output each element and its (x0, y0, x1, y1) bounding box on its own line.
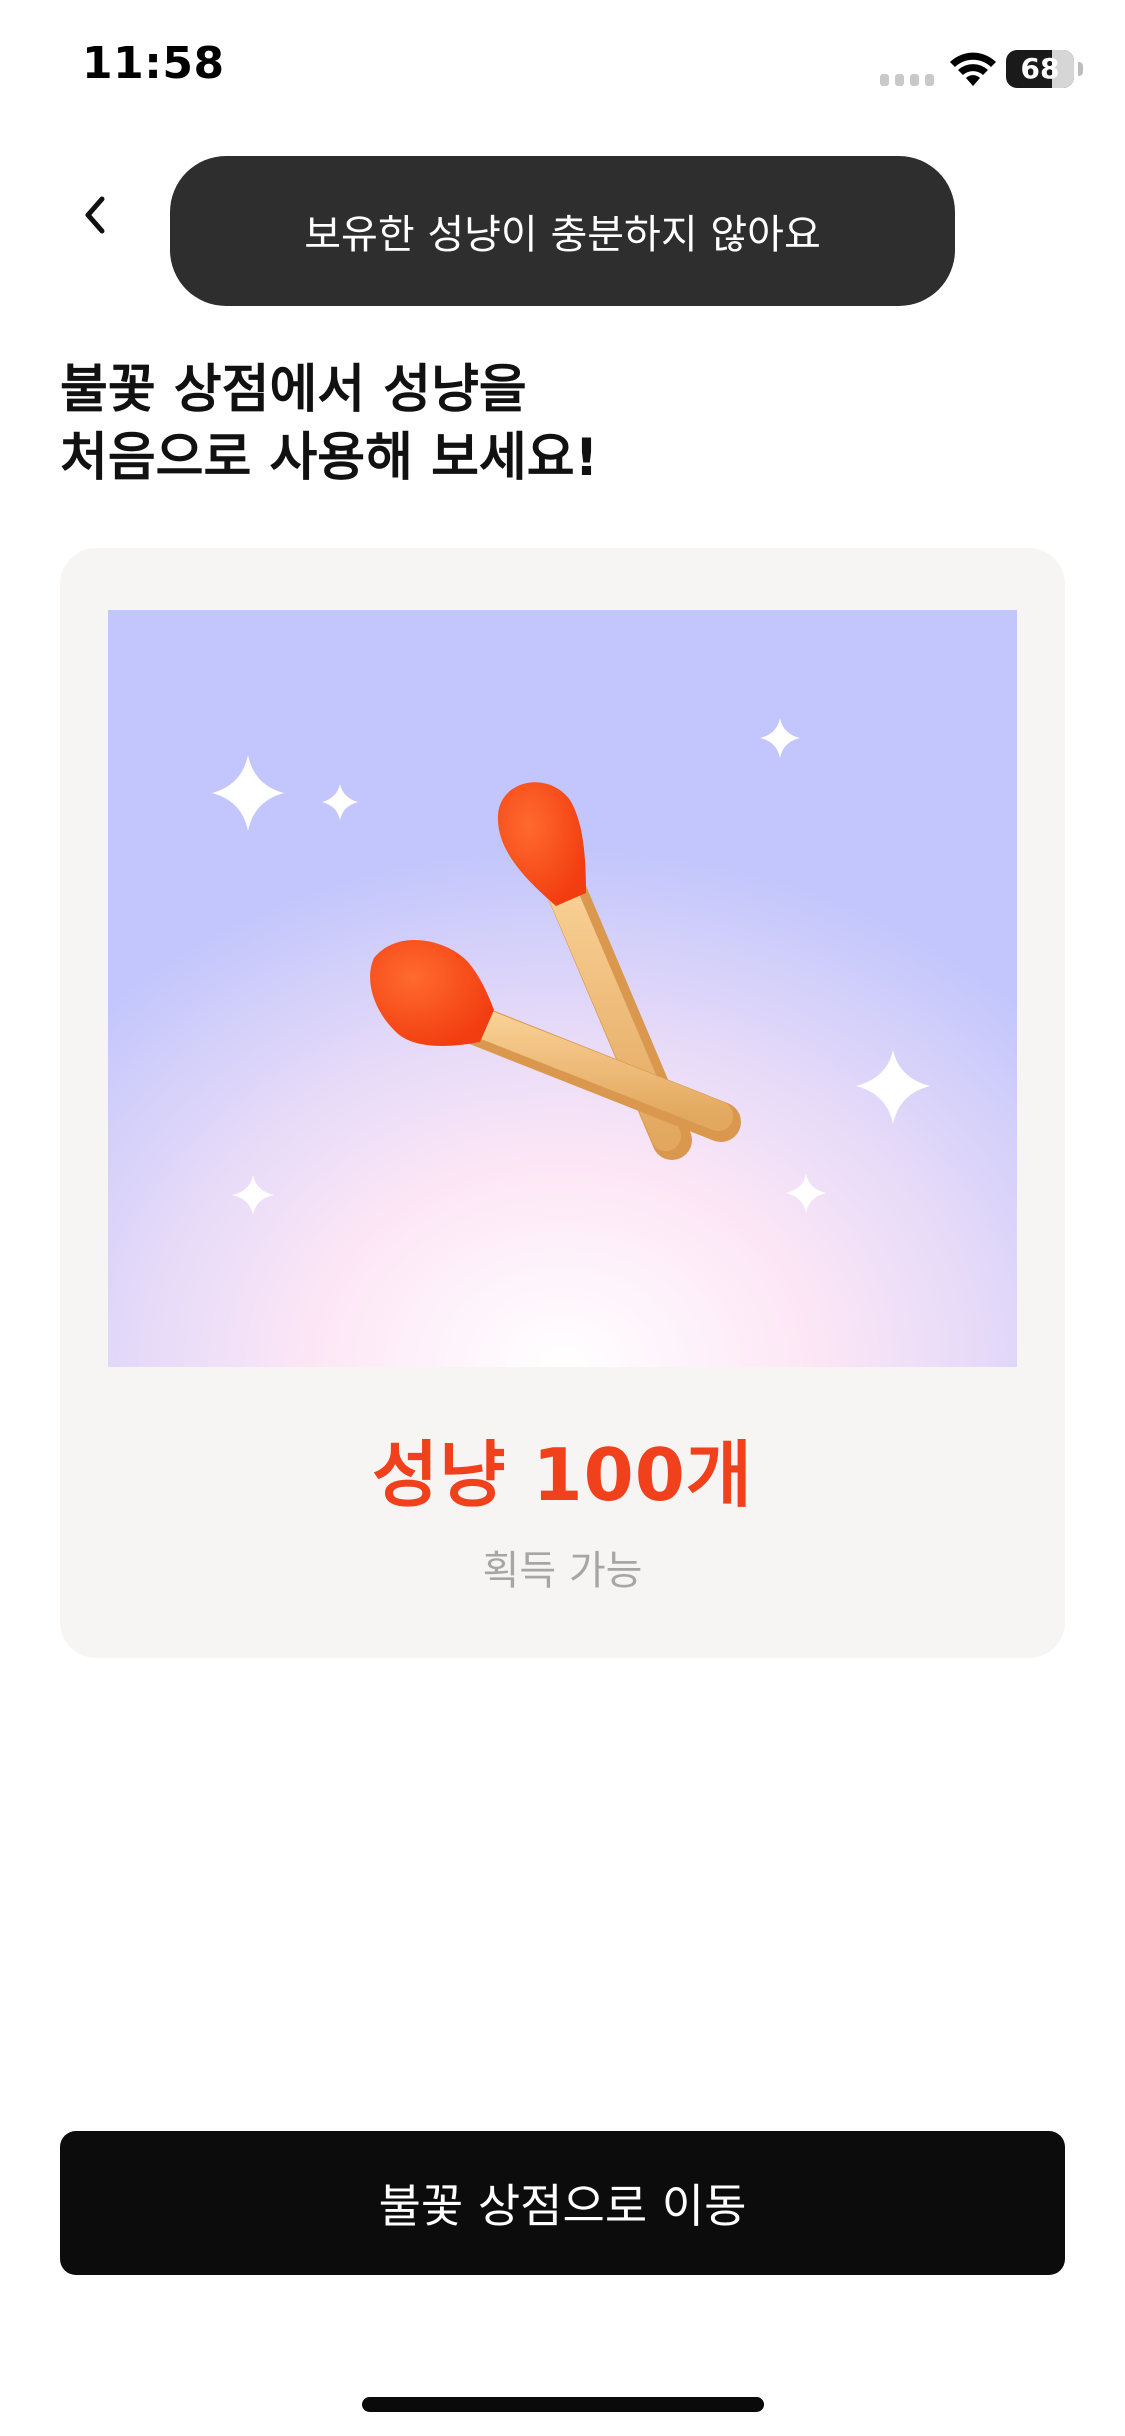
sparkle-icon (760, 718, 800, 758)
reward-caption: 획득 가능 (482, 1548, 643, 1594)
match-icon (370, 940, 741, 1142)
cellular-signal-icon (880, 74, 936, 86)
sparkle-icon (786, 1174, 826, 1213)
chevron-left-icon (85, 196, 105, 234)
page-title-line-2: 처음으로 사용해 보세요! (60, 428, 599, 488)
status-bar: 11:58 68 (0, 0, 1125, 140)
battery-icon: 68 (1006, 50, 1084, 88)
sparkle-icon (322, 784, 358, 820)
sparkle-icon (232, 1175, 274, 1215)
reward-card: 성냥 100개 획득 가능 (60, 548, 1065, 1658)
page-title: 불꽃 상점에서 성냥을 처음으로 사용해 보세요! (60, 356, 1060, 492)
reward-amount: 성냥 100개 (371, 1433, 754, 1517)
sparkle-icon (856, 1050, 930, 1124)
page-title-line-1: 불꽃 상점에서 성냥을 (60, 360, 527, 420)
go-to-shop-button-label: 불꽃 상점으로 이동 (378, 2179, 747, 2233)
go-to-shop-button[interactable]: 불꽃 상점으로 이동 (60, 2131, 1065, 2275)
back-button[interactable] (60, 180, 130, 250)
status-time: 11:58 (82, 38, 225, 89)
home-indicator[interactable] (362, 2397, 764, 2412)
toast-message: 보유한 성냥이 충분하지 않아요 (304, 212, 821, 258)
crossed-matches-illustration (108, 610, 1017, 1367)
sparkle-icon (212, 755, 284, 831)
wifi-icon (950, 52, 996, 86)
battery-level: 68 (1020, 52, 1060, 85)
toast-notification: 보유한 성냥이 충분하지 않아요 (170, 156, 955, 306)
